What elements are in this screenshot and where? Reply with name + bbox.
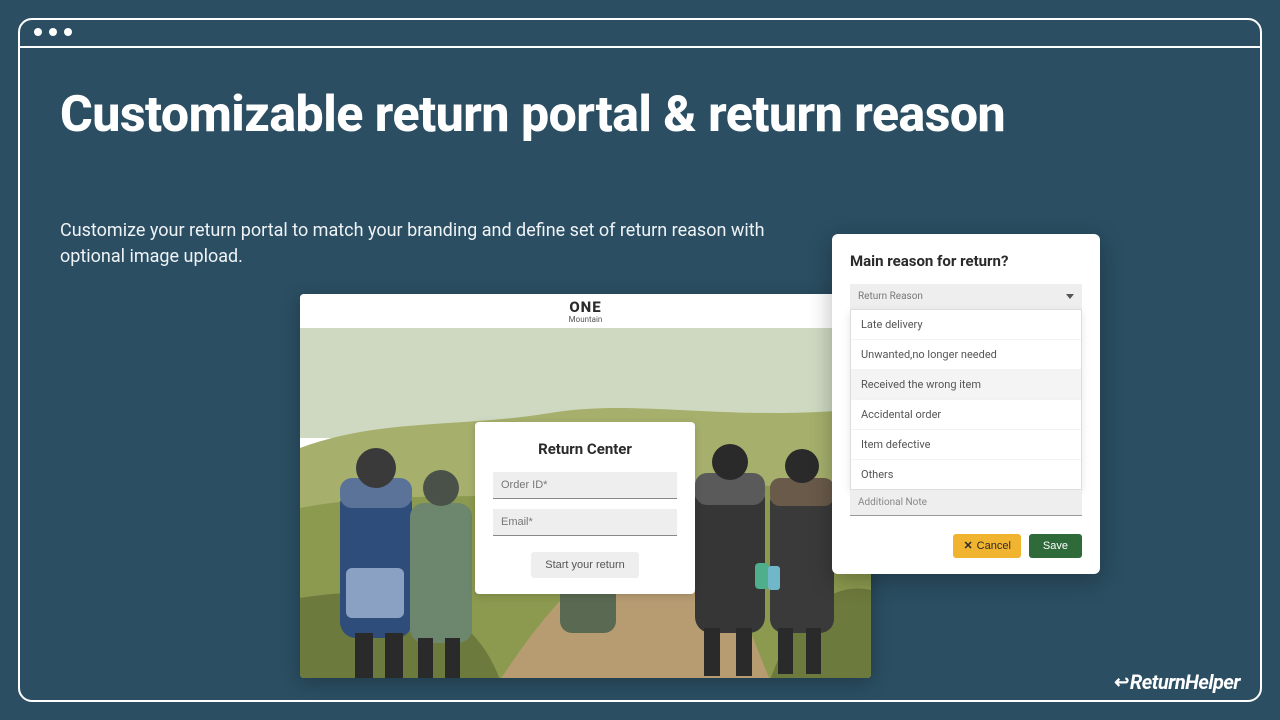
return-reason-dropdown: Late deliveryUnwanted,no longer neededRe… (850, 309, 1082, 490)
window-dot (49, 28, 57, 36)
page-subhead: Customize your return portal to match yo… (60, 218, 800, 270)
dropdown-option[interactable]: Received the wrong item (851, 370, 1081, 400)
return-reason-modal: Main reason for return? Return Reason La… (832, 234, 1100, 574)
dropdown-option[interactable]: Late delivery (851, 310, 1081, 340)
dropdown-option[interactable]: Accidental order (851, 400, 1081, 430)
dropdown-option[interactable]: Item defective (851, 430, 1081, 460)
chevron-down-icon (1066, 294, 1074, 299)
page-headline: Customizable return portal & return reas… (60, 88, 1005, 142)
close-icon: ✕ (963, 541, 972, 552)
window-controls (34, 28, 72, 36)
portal-brand-header: ONE Mountain (300, 294, 871, 328)
return-reason-select[interactable]: Return Reason (850, 284, 1082, 310)
return-portal-preview: ONE Mountain (300, 294, 871, 678)
start-return-button[interactable]: Start your return (531, 552, 638, 578)
cancel-button[interactable]: ✕ Cancel (953, 534, 1020, 558)
order-id-input[interactable] (493, 472, 677, 499)
save-button[interactable]: Save (1029, 534, 1082, 558)
cancel-button-label: Cancel (977, 540, 1011, 552)
modal-actions: ✕ Cancel Save (850, 534, 1082, 558)
select-placeholder-text: Return Reason (858, 291, 923, 302)
window-divider (20, 46, 1260, 48)
return-helper-logo: ReturnHelper (1114, 670, 1240, 694)
portal-brand-sub: Mountain (300, 315, 871, 324)
reason-modal-title: Main reason for return? (850, 252, 1082, 270)
dropdown-option[interactable]: Unwanted,no longer needed (851, 340, 1081, 370)
dropdown-option[interactable]: Others (851, 460, 1081, 489)
window-dot (34, 28, 42, 36)
return-center-card: Return Center Start your return (475, 422, 695, 594)
portal-hero-image: Return Center Start your return (300, 328, 871, 678)
window-dot (64, 28, 72, 36)
additional-note-input[interactable]: Additional Note (850, 490, 1082, 516)
email-input[interactable] (493, 509, 677, 536)
portal-brand-name: ONE (300, 298, 871, 316)
return-center-title: Return Center (493, 440, 677, 458)
